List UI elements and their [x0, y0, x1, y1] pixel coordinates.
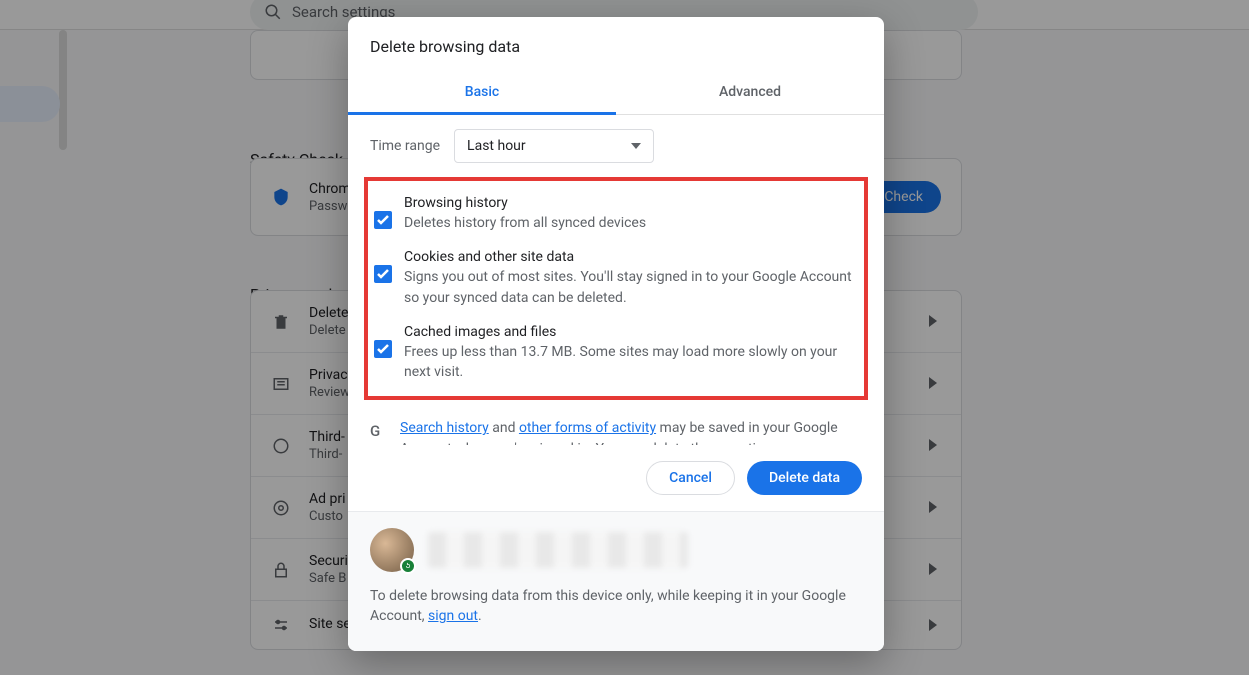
info-text: Search history and other forms of activi…	[400, 418, 862, 445]
sync-badge-icon	[400, 558, 416, 574]
time-range-label: Time range	[370, 138, 440, 154]
option-subtitle: Signs you out of most sites. You'll stay…	[404, 267, 856, 308]
tab-advanced[interactable]: Advanced	[616, 72, 884, 114]
dialog-actions: Cancel Delete data	[348, 445, 884, 511]
search-history-link[interactable]: Search history	[400, 420, 489, 436]
checkbox-checked[interactable]	[374, 340, 392, 358]
dialog-body: Time range Last hour Browsing history De…	[348, 115, 884, 445]
google-account-info: G Search history and other forms of acti…	[370, 410, 862, 445]
other-activity-link[interactable]: other forms of activity	[519, 420, 656, 436]
delete-browsing-data-dialog: Delete browsing data Basic Advanced Time…	[348, 17, 884, 651]
option-title: Cookies and other site data	[404, 249, 856, 265]
dialog-tabs: Basic Advanced	[348, 72, 884, 115]
google-icon: G	[370, 418, 400, 440]
footer-text: To delete browsing data from this device…	[370, 586, 862, 627]
tab-basic[interactable]: Basic	[348, 72, 616, 115]
account-row	[370, 528, 862, 572]
dialog-footer: To delete browsing data from this device…	[348, 511, 884, 651]
option-browsing-history[interactable]: Browsing history Deletes history from al…	[374, 187, 856, 241]
delete-data-button[interactable]: Delete data	[747, 461, 862, 495]
option-cookies[interactable]: Cookies and other site data Signs you ou…	[374, 241, 856, 316]
option-title: Browsing history	[404, 195, 646, 211]
account-email-blurred	[428, 532, 688, 568]
highlighted-options-box: Browsing history Deletes history from al…	[364, 177, 868, 400]
checkbox-checked[interactable]	[374, 265, 392, 283]
time-range-row: Time range Last hour	[370, 129, 862, 163]
sign-out-link[interactable]: sign out	[428, 608, 478, 624]
time-range-select[interactable]: Last hour	[454, 129, 654, 163]
option-subtitle: Deletes history from all synced devices	[404, 213, 646, 233]
time-range-value: Last hour	[467, 138, 526, 154]
avatar	[370, 528, 414, 572]
cancel-button[interactable]: Cancel	[646, 461, 735, 495]
option-cache[interactable]: Cached images and files Frees up less th…	[374, 316, 856, 391]
dialog-title: Delete browsing data	[348, 17, 884, 72]
chevron-down-icon	[631, 143, 641, 149]
option-title: Cached images and files	[404, 324, 856, 340]
checkbox-checked[interactable]	[374, 211, 392, 229]
option-subtitle: Frees up less than 13.7 MB. Some sites m…	[404, 342, 856, 383]
